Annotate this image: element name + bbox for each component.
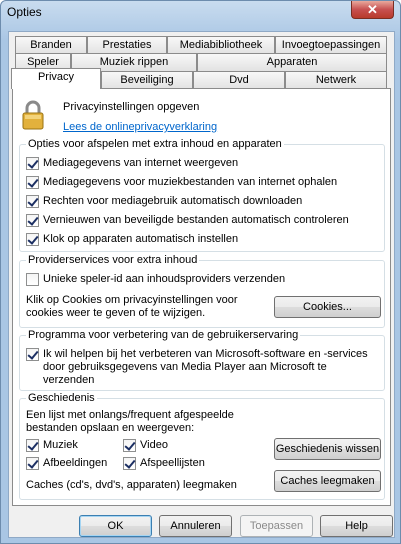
cookies-button[interactable]: Cookies... [274,296,381,318]
enhanced-playback-legend: Opties voor afspelen met extra inhoud en… [26,138,284,150]
checkbox-show-media-info[interactable]: Mediagegevens van internet weergeven [26,157,238,171]
checkbox-retrieve-music-info[interactable]: Mediagegevens voor muziekbestanden van i… [26,176,337,190]
checkbox-box[interactable] [26,348,39,361]
provider-services-group: Providerservices voor extra inhoud Uniek… [19,254,385,328]
checkbox-box[interactable] [26,176,39,189]
checkbox-check-protected-files[interactable]: Vernieuwen van beveiligde bestanden auto… [26,214,349,228]
provider-services-legend: Providerservices voor extra inhoud [26,254,200,266]
checkbox-box[interactable] [123,457,136,470]
privacy-statement-link[interactable]: Lees de onlineprivacyverklaring [63,121,217,133]
close-icon: ✕ [367,2,378,17]
checkbox-box[interactable] [26,457,39,470]
checkbox-download-usage-rights[interactable]: Rechten voor mediagebruik automatisch do… [26,195,302,209]
checkbox-box[interactable] [26,439,39,452]
history-description: Een lijst met onlangs/frequent afgespeel… [26,409,234,434]
checkbox-box[interactable] [123,439,136,452]
close-button[interactable]: ✕ [351,1,394,19]
checkbox-label: Video [140,439,168,451]
title-bar[interactable]: Opties ✕ [1,1,400,23]
tab-invoegtoepassingen[interactable]: Invoegtoepassingen [275,36,387,54]
clear-caches-button[interactable]: Caches leegmaken [274,470,381,492]
cancel-button[interactable]: Annuleren [159,515,232,537]
checkbox-history-pictures[interactable]: Afbeeldingen [26,457,107,471]
tab-dvd[interactable]: Dvd [193,71,285,89]
clear-history-button[interactable]: Geschiedenis wissen [274,438,381,460]
dialog-client-area: Branden Prestaties Mediabibliotheek Invo… [8,31,395,538]
tab-netwerk[interactable]: Netwerk [285,71,387,89]
checkbox-box[interactable] [26,195,39,208]
checkbox-ceip[interactable]: Ik wil helpen bij het verbeteren van Mic… [26,348,376,388]
checkbox-label: Muziek [43,439,78,451]
tab-row-1: Branden Prestaties Mediabibliotheek Invo… [9,36,396,54]
help-button[interactable]: Help [320,515,393,537]
tab-row-3: Privacy Beveiliging Dvd Netwerk [9,68,396,89]
ok-button[interactable]: OK [79,515,152,537]
history-legend: Geschiedenis [26,392,97,404]
tab-beveiliging[interactable]: Beveiliging [101,71,193,89]
privacy-panel: Privacyinstellingen opgeven Lees de onli… [12,88,391,506]
checkbox-label: Mediagegevens van internet weergeven [43,157,239,169]
checkbox-label: Rechten voor mediagebruik automatisch do… [43,195,303,207]
lock-icon [22,100,44,130]
checkbox-history-video[interactable]: Video [123,439,168,453]
checkbox-send-unique-id[interactable]: Unieke speler-id aan inhoudsproviders ve… [26,273,285,287]
checkbox-box[interactable] [26,273,39,286]
history-group: Geschiedenis Een lijst met onlangs/frequ… [19,392,385,500]
checkbox-history-playlists[interactable]: Afspeellijsten [123,457,205,471]
ceip-legend: Programma voor verbetering van de gebrui… [26,329,301,341]
tab-mediabibliotheek[interactable]: Mediabibliotheek [167,36,275,54]
checkbox-label: Klok op apparaten automatisch instellen [43,233,239,245]
apply-button[interactable]: Toepassen [240,515,313,537]
checkbox-label: Vernieuwen van beveiligde bestanden auto… [43,214,349,226]
checkbox-set-device-clock[interactable]: Klok op apparaten automatisch instellen [26,233,238,247]
checkbox-history-music[interactable]: Muziek [26,439,78,453]
checkbox-box[interactable] [26,157,39,170]
checkbox-box[interactable] [26,233,39,246]
checkbox-box[interactable] [26,214,39,227]
enhanced-playback-group: Opties voor afspelen met extra inhoud en… [19,138,385,252]
options-window: Opties ✕ Branden Prestaties Mediabibliot… [0,0,401,544]
clear-caches-description: Caches (cd's, dvd's, apparaten) leegmake… [26,479,237,491]
checkbox-label: Afspeellijsten [140,457,205,469]
checkbox-label: Ik wil helpen bij het verbeteren van Mic… [43,348,368,386]
cookies-description: Klik op Cookies om privacyinstellingen v… [26,294,238,319]
ceip-group: Programma voor verbetering van de gebrui… [19,329,385,391]
checkbox-label: Unieke speler-id aan inhoudsproviders ve… [43,273,286,285]
window-title: Opties [7,5,42,19]
checkbox-label: Mediagegevens voor muziekbestanden van i… [43,176,338,188]
checkbox-label: Afbeeldingen [43,457,108,469]
privacy-heading: Privacyinstellingen opgeven [63,101,200,113]
tab-privacy[interactable]: Privacy [11,68,101,89]
tab-branden[interactable]: Branden [15,36,87,54]
tab-prestaties[interactable]: Prestaties [87,36,167,54]
tab-apparaten[interactable]: Apparaten [197,53,387,71]
